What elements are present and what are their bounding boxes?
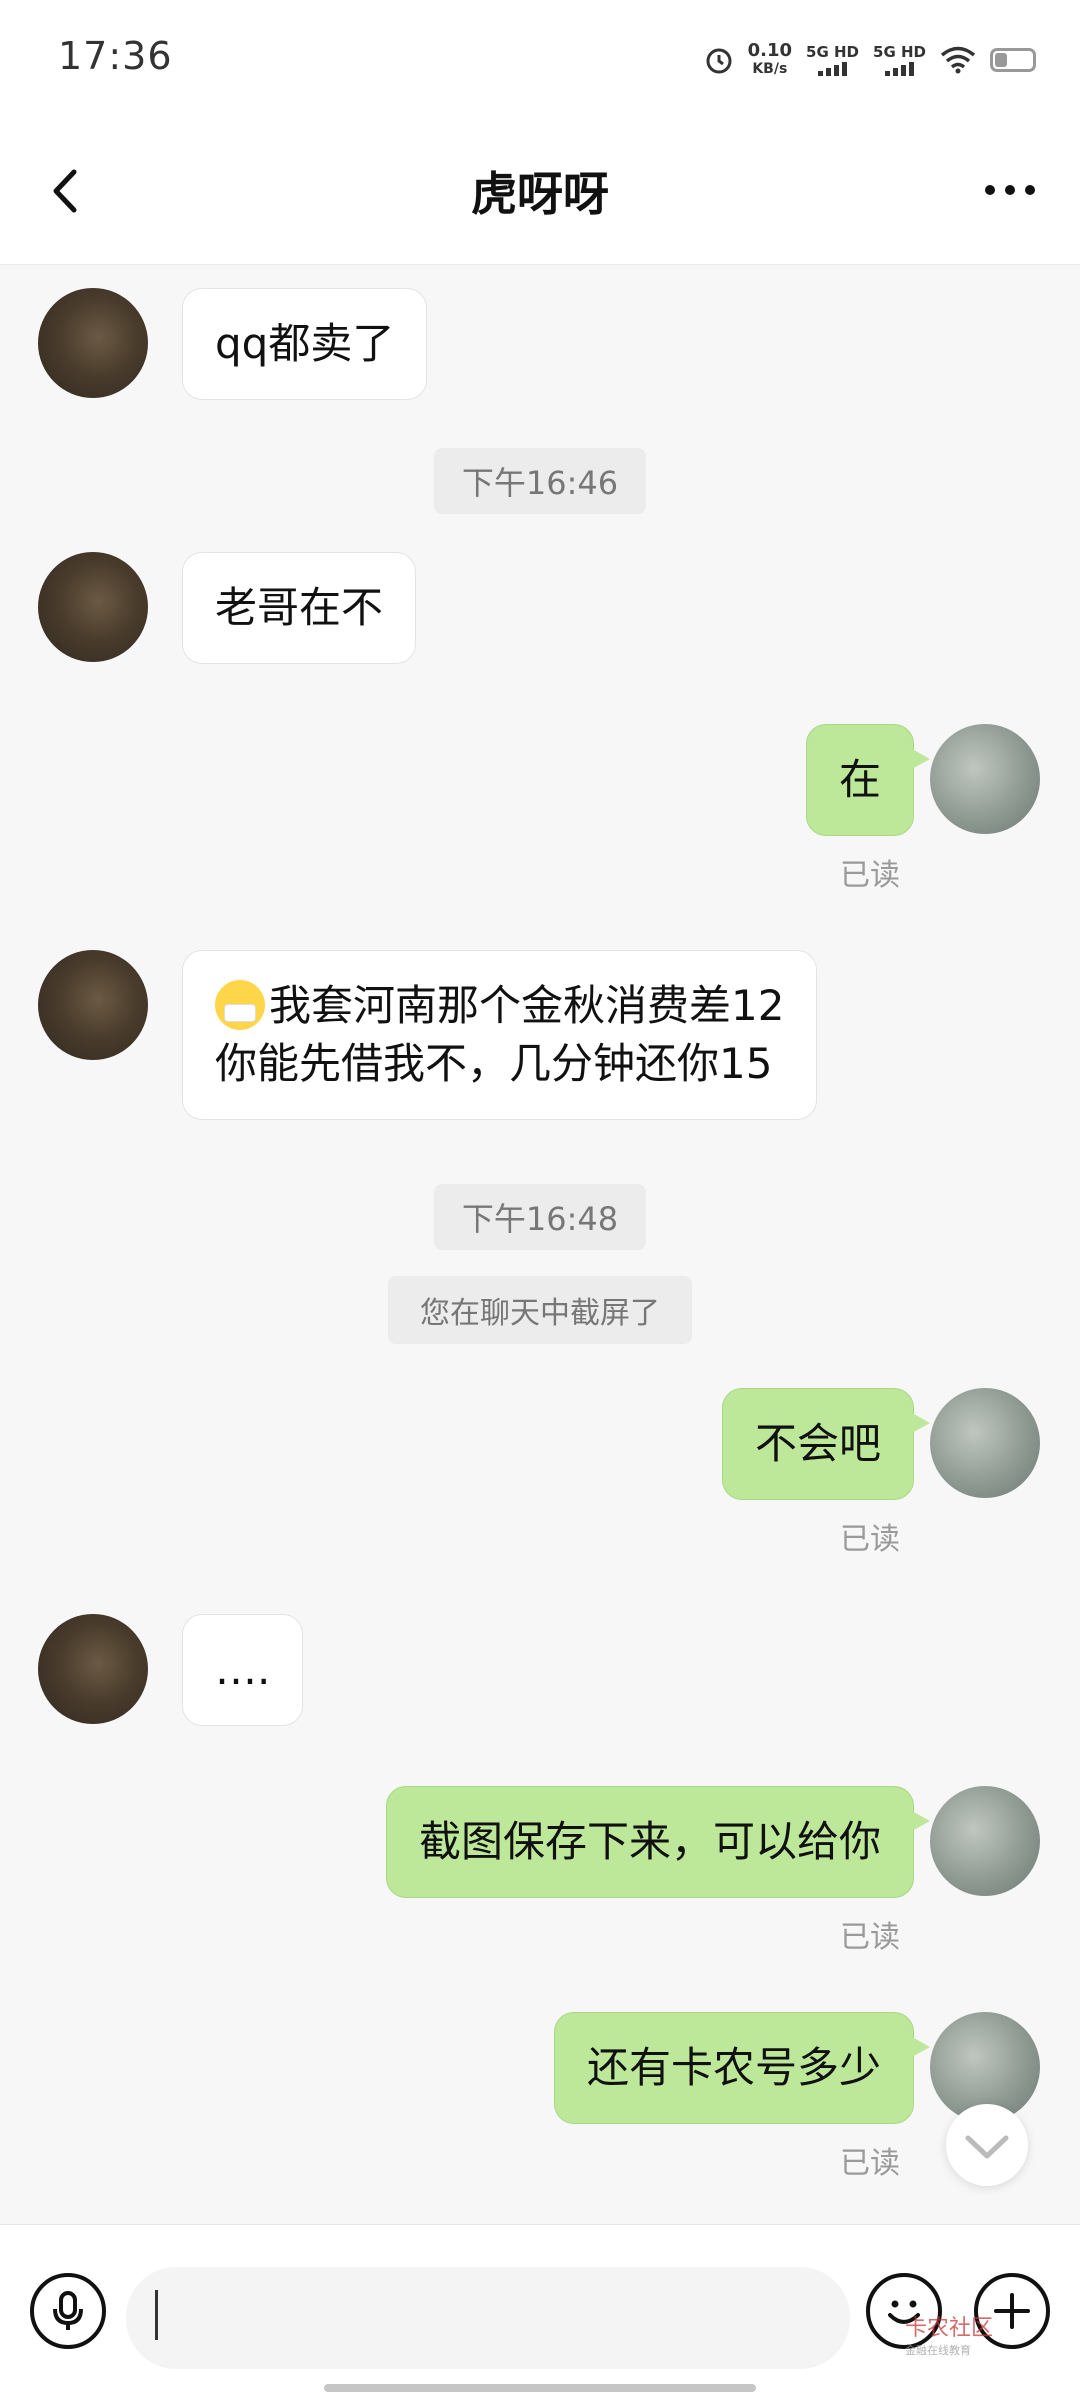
my-avatar[interactable] — [930, 724, 1040, 834]
read-receipt: 已读 — [840, 858, 900, 893]
sim2-label: 5G HD — [873, 43, 926, 61]
my-avatar[interactable] — [930, 1786, 1040, 1896]
outgoing-message[interactable]: 还有卡农号多少 — [553, 2012, 914, 2124]
scroll-to-bottom-button[interactable] — [946, 2104, 1028, 2186]
net-speed-value: 0.10 — [747, 40, 793, 61]
net-speed-unit: KB/s — [752, 61, 788, 77]
read-receipt: 已读 — [840, 1522, 900, 1557]
read-receipt: 已读 — [840, 2146, 900, 2181]
alarm-icon — [706, 48, 732, 74]
outgoing-message[interactable]: 在 — [805, 724, 914, 836]
incoming-message[interactable]: 我套河南那个金秋消费差12 你能先借我不，几分钟还你15 — [182, 950, 818, 1120]
contact-avatar[interactable] — [38, 288, 148, 398]
message-line-1: 我套河南那个金秋消费差12 — [269, 981, 785, 1030]
timestamp-chip: 下午16:46 — [433, 448, 647, 514]
chat-header: 虎呀呀 — [0, 118, 1080, 265]
home-indicator[interactable] — [324, 2384, 756, 2392]
bubble-tail — [912, 1413, 930, 1433]
incoming-message[interactable]: 老哥在不 — [182, 552, 417, 664]
read-receipt: 已读 — [840, 1920, 900, 1955]
status-icons: 0.10 KB/s 5G HD 5G HD — [704, 36, 1036, 84]
watermark: 卡农社区 金融在线教育 — [905, 2310, 993, 2358]
timestamp-chip: 下午16:48 — [433, 1184, 647, 1250]
message-line: 我套河南那个金秋消费差12 — [215, 977, 784, 1035]
sim1-label: 5G HD — [806, 43, 860, 61]
outgoing-message[interactable]: 截图保存下来，可以给你 — [385, 1786, 914, 1898]
my-avatar[interactable] — [930, 1388, 1040, 1498]
status-time: 17:36 — [58, 34, 173, 78]
incoming-message[interactable]: …. — [182, 1614, 304, 1726]
message-input[interactable] — [126, 2267, 850, 2369]
microphone-icon — [53, 2291, 83, 2330]
status-bar: 17:36 0.10 KB/s 5G HD 5G HD — [0, 0, 1080, 118]
bubble-tail — [912, 2037, 930, 2057]
signal-bars-icon — [885, 62, 914, 76]
chevron-down-icon — [965, 2135, 1009, 2159]
message-line-2: 你能先借我不，几分钟还你15 — [215, 1039, 773, 1088]
text-cursor — [155, 2290, 158, 2340]
more-horizontal-icon[interactable] — [980, 170, 1040, 210]
voice-button[interactable] — [30, 2273, 106, 2349]
bubble-tail — [912, 1811, 930, 1831]
watermark-text: 卡农社区 — [905, 2316, 994, 2341]
signal-sim1: 5G HD — [806, 44, 859, 76]
screenshot-notice: 您在聊天中截屏了 — [388, 1276, 692, 1344]
net-speed: 0.10 KB/s — [748, 42, 792, 78]
chat-title: 虎呀呀 — [471, 167, 609, 221]
watermark-subtext: 金融在线教育 — [905, 2344, 971, 2357]
bubble-tail — [912, 749, 930, 769]
wifi-icon — [940, 46, 976, 74]
mask-face-emoji-icon — [215, 980, 265, 1030]
contact-avatar[interactable] — [38, 1614, 148, 1724]
battery-icon — [990, 48, 1036, 72]
contact-avatar[interactable] — [38, 552, 148, 662]
message-list[interactable]: qq都卖了 下午16:46 老哥在不 在 已读 我套河南那个金秋消费差12 你能… — [0, 264, 1080, 2220]
signal-sim2: 5G HD — [873, 44, 926, 76]
outgoing-message[interactable]: 不会吧 — [721, 1388, 914, 1500]
contact-avatar[interactable] — [38, 950, 148, 1060]
incoming-message[interactable]: qq都卖了 — [182, 288, 428, 400]
signal-bars-icon — [818, 62, 848, 76]
